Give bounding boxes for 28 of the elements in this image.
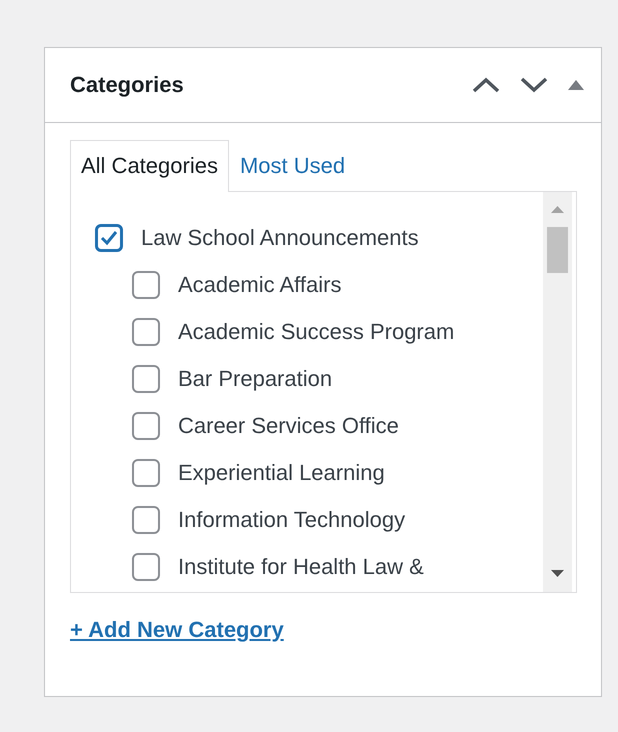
checkbox[interactable] — [132, 364, 160, 392]
checkbox[interactable] — [95, 224, 123, 252]
category-label: Career Services Office — [178, 412, 399, 438]
scroll-up-icon[interactable] — [550, 205, 565, 214]
category-label: Law School Announcements — [141, 224, 419, 250]
checkbox[interactable] — [132, 458, 160, 486]
scroll-down-icon[interactable] — [550, 569, 565, 578]
category-label: Academic Success Program — [178, 318, 454, 344]
scrollbar[interactable] — [543, 192, 572, 592]
checkbox[interactable] — [132, 318, 160, 346]
checkbox[interactable] — [132, 270, 160, 298]
checkbox[interactable] — [132, 412, 160, 440]
collapse-button[interactable] — [567, 79, 585, 91]
category-label: Bar Preparation — [178, 366, 332, 392]
scrollbar-thumb[interactable] — [547, 227, 568, 273]
category-label: Information Technology — [178, 506, 406, 532]
category-label: Experiential Learning — [178, 460, 385, 486]
checkbox[interactable] — [132, 506, 160, 534]
move-down-button[interactable] — [519, 76, 549, 94]
category-label: Academic Affairs — [178, 272, 342, 298]
category-tab[interactable]: All Categories — [70, 140, 229, 192]
checkmark-icon — [100, 230, 118, 246]
category-label: Institute for Health Law & — [178, 554, 424, 580]
category-tab[interactable]: Most Used — [228, 140, 356, 192]
checkbox[interactable] — [132, 552, 160, 580]
add-category-link[interactable]: + Add New Category — [70, 617, 284, 643]
move-up-button[interactable] — [471, 76, 501, 94]
panel-title: Categories — [70, 72, 185, 98]
